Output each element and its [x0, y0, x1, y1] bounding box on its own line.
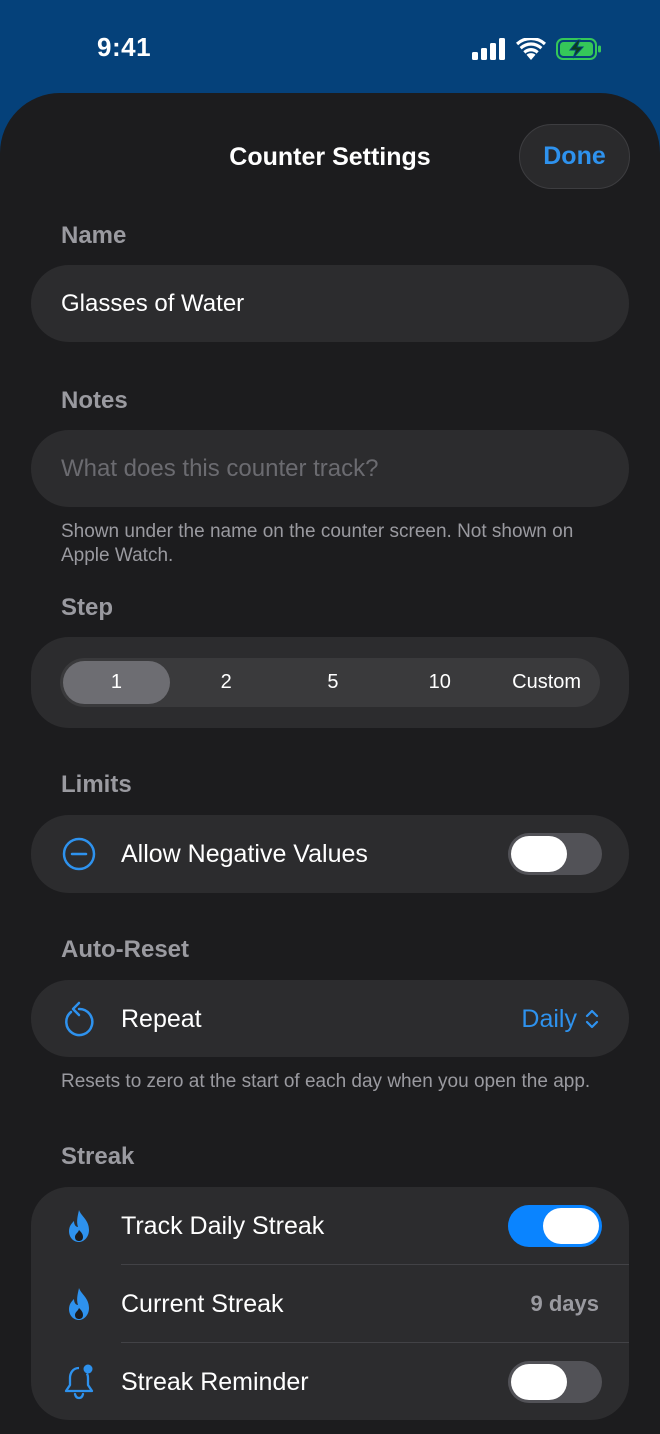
notes-section-label: Notes	[61, 387, 128, 414]
toggle-knob	[511, 1364, 567, 1400]
auto-reset-section-label: Auto-Reset	[61, 936, 190, 963]
streak-reminder-row: Streak Reminder	[31, 1343, 629, 1421]
flame-icon	[61, 1208, 97, 1244]
allow-negative-label: Allow Negative Values	[121, 839, 368, 868]
name-field[interactable]: Glasses of Water	[31, 265, 629, 342]
notes-help-text: Shown under the name on the counter scre…	[61, 521, 574, 566]
auto-reset-card: Repeat Daily	[31, 980, 629, 1057]
step-option-5[interactable]: 5	[280, 658, 387, 707]
repeat-row[interactable]: Repeat Daily	[31, 980, 629, 1058]
current-streak-value: 9 days	[530, 1291, 600, 1316]
minus-circle-icon	[61, 836, 97, 872]
status-icons	[472, 36, 602, 62]
done-button[interactable]: Done	[519, 124, 630, 189]
current-streak-label: Current Streak	[121, 1289, 284, 1318]
allow-negative-row: Allow Negative Values	[31, 815, 629, 893]
bell-badge-icon	[61, 1364, 97, 1400]
step-option-2[interactable]: 2	[173, 658, 280, 707]
cellular-signal-icon	[472, 38, 506, 60]
current-streak-row: Current Streak 9 days	[31, 1265, 629, 1343]
track-streak-label: Track Daily Streak	[121, 1211, 325, 1240]
notes-field[interactable]: What does this counter track?	[31, 430, 629, 507]
step-segmented-control: 1 2 5 10 Custom	[60, 658, 600, 707]
toggle-knob	[543, 1208, 599, 1244]
name-section-label: Name	[61, 222, 127, 249]
track-streak-toggle[interactable]	[508, 1205, 602, 1247]
status-bar: 9:41	[0, 0, 660, 96]
step-card: 1 2 5 10 Custom	[31, 637, 629, 728]
step-section-label: Step	[61, 594, 114, 621]
limits-card: Allow Negative Values	[31, 815, 629, 893]
step-option-10[interactable]: 10	[386, 658, 493, 707]
allow-negative-toggle[interactable]	[508, 833, 602, 875]
flame-icon	[61, 1286, 97, 1322]
streak-section-label: Streak	[61, 1143, 135, 1170]
step-option-1[interactable]: 1	[63, 661, 170, 704]
streak-reminder-toggle[interactable]	[508, 1361, 602, 1403]
notes-placeholder: What does this counter track?	[61, 454, 379, 482]
status-time: 9:41	[97, 32, 152, 62]
track-streak-row: Track Daily Streak	[31, 1187, 629, 1265]
limits-section-label: Limits	[61, 771, 132, 798]
auto-reset-help-text: Resets to zero at the start of each day …	[61, 1071, 591, 1092]
repeat-picker[interactable]: Daily	[521, 1005, 599, 1034]
repeat-value: Daily	[521, 1004, 577, 1033]
name-field-value: Glasses of Water	[61, 289, 245, 317]
wifi-icon	[516, 38, 546, 60]
step-option-custom[interactable]: Custom	[493, 658, 600, 707]
chevron-up-down-icon	[585, 1009, 599, 1029]
streak-card: Track Daily Streak Current Streak 9 days…	[31, 1187, 629, 1420]
repeat-label: Repeat	[121, 1004, 202, 1033]
battery-charging-icon	[556, 38, 601, 60]
toggle-knob	[511, 836, 567, 872]
reset-arrow-icon	[61, 1001, 97, 1037]
streak-reminder-label: Streak Reminder	[121, 1367, 309, 1396]
